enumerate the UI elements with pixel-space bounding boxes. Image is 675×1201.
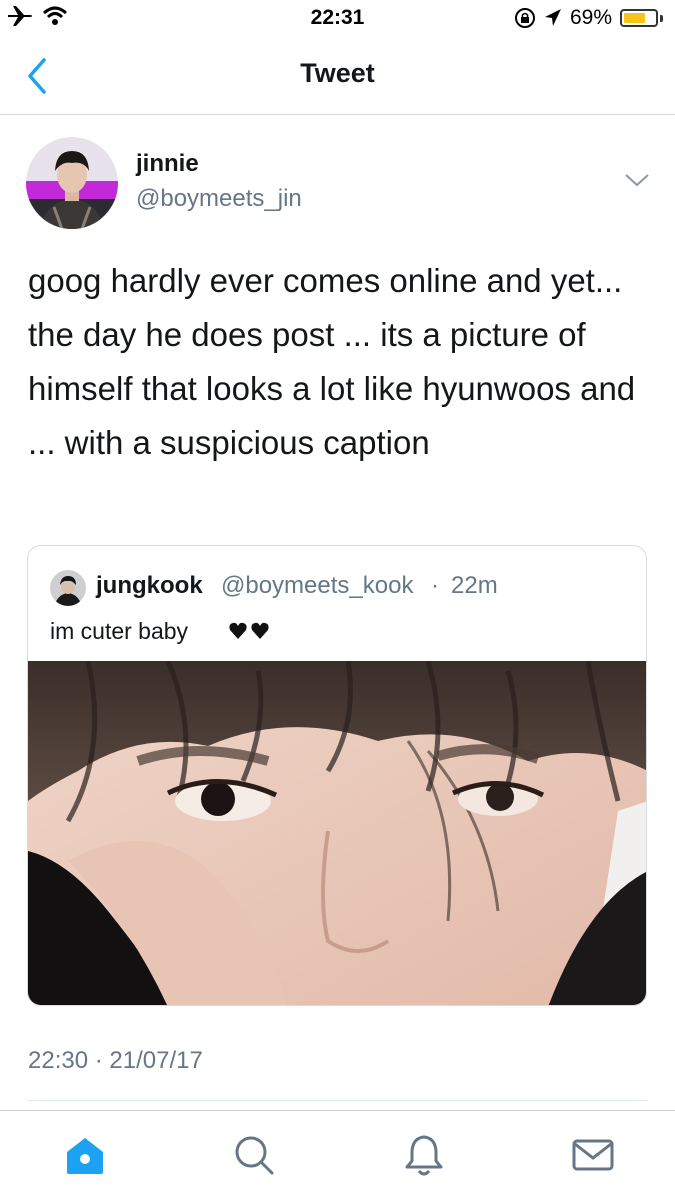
messages-envelope-icon[interactable] [571, 1133, 615, 1177]
battery-percent: 69% [569, 6, 612, 29]
location-arrow-icon [544, 9, 561, 26]
battery-icon [620, 9, 658, 27]
status-bar: 22:31 69% [0, 0, 675, 40]
quoted-text: im cuter baby [50, 618, 189, 644]
nav-bar: Tweet [0, 40, 675, 115]
orientation-lock-icon [514, 8, 535, 28]
quoted-author-handle[interactable]: @boymeets_kook [221, 572, 413, 600]
battery-tip [660, 14, 663, 22]
hearts-emoji-icon [229, 622, 269, 639]
notifications-bell-icon[interactable] [402, 1133, 446, 1177]
quoted-time: 22m [451, 572, 498, 599]
avatar-image [26, 137, 118, 229]
quoted-avatar[interactable] [50, 570, 86, 606]
tweet-timestamp: 22:30 · 21/07/17 [28, 1047, 203, 1074]
quoted-separator: · [431, 572, 439, 599]
home-icon[interactable] [63, 1133, 107, 1177]
quoted-photo[interactable] [28, 661, 647, 1006]
author-handle[interactable]: @boymeets_jin [136, 185, 302, 213]
search-icon[interactable] [232, 1133, 276, 1177]
status-right: 69% [514, 6, 663, 30]
quoted-tweet-card[interactable]: jungkook @boymeets_kook · 22m im cuter b… [27, 545, 647, 1006]
tab-bar [0, 1110, 675, 1201]
chevron-down-icon[interactable] [622, 170, 652, 190]
avatar[interactable] [26, 137, 118, 229]
author-name[interactable]: jinnie [136, 150, 199, 178]
quoted-author-name[interactable]: jungkook [96, 572, 203, 600]
page-title: Tweet [300, 58, 375, 88]
divider [28, 1100, 648, 1101]
quoted-avatar-image [50, 570, 86, 606]
tweet-text: goog hardly ever comes online and yet...… [28, 262, 636, 461]
